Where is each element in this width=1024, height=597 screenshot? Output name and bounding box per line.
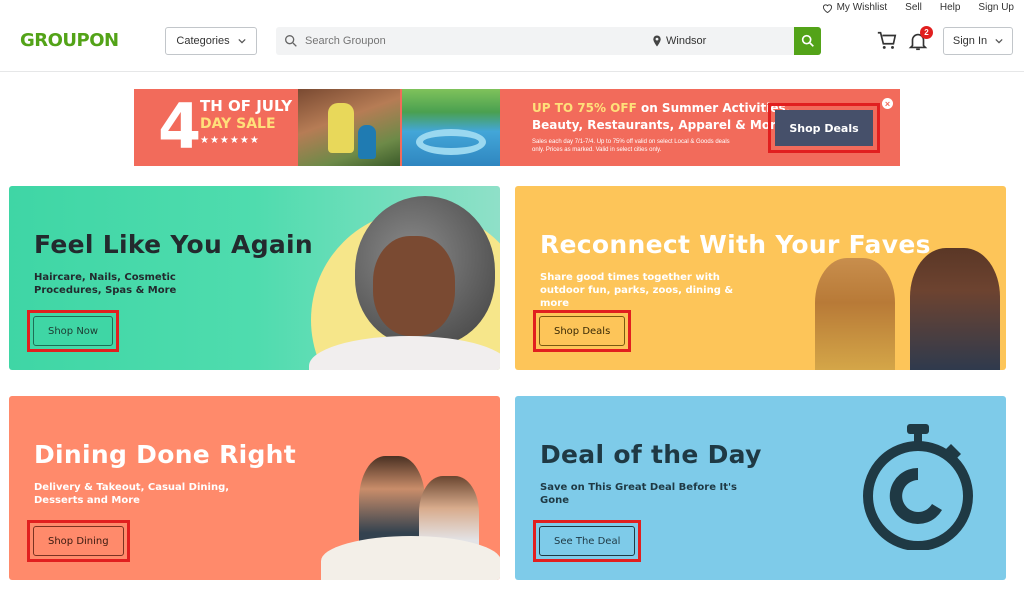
signin-label: Sign In	[952, 35, 988, 47]
sell-link[interactable]: Sell	[905, 2, 922, 13]
groupon-logo[interactable]: GROUPON	[20, 30, 119, 51]
card-subtitle: Delivery & Takeout, Casual Dining, Desse…	[34, 482, 230, 506]
photo-pool-float	[416, 129, 486, 155]
heart-icon	[822, 3, 832, 13]
promo-cta-highlight: Shop Deals	[768, 103, 880, 153]
photo-person-1	[328, 103, 354, 153]
cta-highlight: Shop Now	[27, 310, 120, 352]
cta-highlight: See The Deal	[533, 520, 642, 562]
card-reconnect-with-your-faves[interactable]: Reconnect With Your Faves Share good tim…	[515, 186, 1006, 370]
cta-highlight: Shop Dining	[27, 520, 130, 562]
utility-bar: My Wishlist Sell Help Sign Up	[822, 2, 1014, 13]
card-person-left	[815, 258, 895, 370]
promo-headline: UP TO 75% OFF on Summer Activities,	[532, 101, 790, 115]
stopwatch-icon	[863, 424, 973, 550]
card-deal-of-the-day[interactable]: Deal of the Day Save on This Great Deal …	[515, 396, 1006, 580]
categories-label: Categories	[176, 35, 230, 47]
card-person-right	[910, 248, 1000, 370]
card-subtitle: Share good times together with outdoor f…	[540, 272, 734, 309]
notification-badge: 2	[920, 26, 933, 39]
card-dining-done-right[interactable]: Dining Done Right Delivery & Takeout, Ca…	[9, 396, 500, 580]
promo-line2: DAY SALE	[200, 116, 276, 132]
signup-link[interactable]: Sign Up	[978, 2, 1014, 13]
help-link[interactable]: Help	[940, 2, 961, 13]
photo-person-2	[358, 125, 376, 159]
signin-button[interactable]: Sign In	[943, 27, 1013, 55]
card-title: Dining Done Right	[34, 440, 297, 469]
promo-shop-deals-button[interactable]: Shop Deals	[775, 110, 873, 146]
promo-photo-backyard	[298, 89, 400, 166]
search-icon	[285, 35, 297, 47]
search-submit-button[interactable]	[794, 27, 821, 55]
shop-deals-button[interactable]: Shop Deals	[539, 316, 626, 346]
location-value: Windsor	[666, 35, 707, 47]
shop-now-button[interactable]: Shop Now	[33, 316, 114, 346]
card-title: Reconnect With Your Faves	[540, 230, 931, 259]
promo-fine-print: Sales each day 7/1-7/4. Up to 75% off va…	[532, 139, 730, 153]
card-model-face	[373, 236, 455, 336]
chevron-down-icon	[237, 38, 246, 44]
card-dining-table	[321, 536, 500, 580]
card-title: Deal of the Day	[540, 440, 762, 469]
wishlist-label: My Wishlist	[836, 2, 888, 13]
card-title: Feel Like You Again	[34, 230, 314, 259]
promo-photo-pool	[402, 89, 500, 166]
site-header: GROUPON Categories Windsor 2 Sign In	[0, 18, 1024, 72]
search-input[interactable]	[305, 35, 645, 47]
july-4th-promo-banner[interactable]: 4 TH OF JULY DAY SALE ★★★★★★ UP TO 75% O…	[134, 89, 900, 166]
see-the-deal-button[interactable]: See The Deal	[539, 526, 636, 556]
cart-icon[interactable]	[876, 30, 898, 52]
promo-big-number: 4	[158, 90, 202, 163]
wishlist-link[interactable]: My Wishlist	[822, 2, 888, 13]
cta-highlight: Shop Deals	[533, 310, 632, 352]
card-subtitle: Save on This Great Deal Before It's Gone	[540, 482, 738, 506]
location-pin-icon	[653, 35, 661, 47]
promo-headline-2: Beauty, Restaurants, Apparel & More	[532, 118, 785, 132]
shop-dining-button[interactable]: Shop Dining	[33, 526, 124, 556]
categories-button[interactable]: Categories	[165, 27, 257, 55]
chevron-down-icon	[995, 38, 1003, 44]
card-subtitle: Haircare, Nails, Cosmetic Procedures, Sp…	[34, 272, 177, 296]
search-icon	[801, 34, 814, 47]
search-bar: Windsor	[276, 27, 794, 55]
promo-stars: ★★★★★★	[200, 135, 260, 146]
promo-headline-highlight: UP TO 75% OFF	[532, 101, 637, 115]
location-field[interactable]: Windsor	[652, 27, 706, 55]
promo-line1: TH OF JULY	[200, 97, 293, 115]
close-icon[interactable]: ×	[882, 98, 893, 109]
card-feel-like-you-again[interactable]: Feel Like You Again Haircare, Nails, Cos…	[9, 186, 500, 370]
